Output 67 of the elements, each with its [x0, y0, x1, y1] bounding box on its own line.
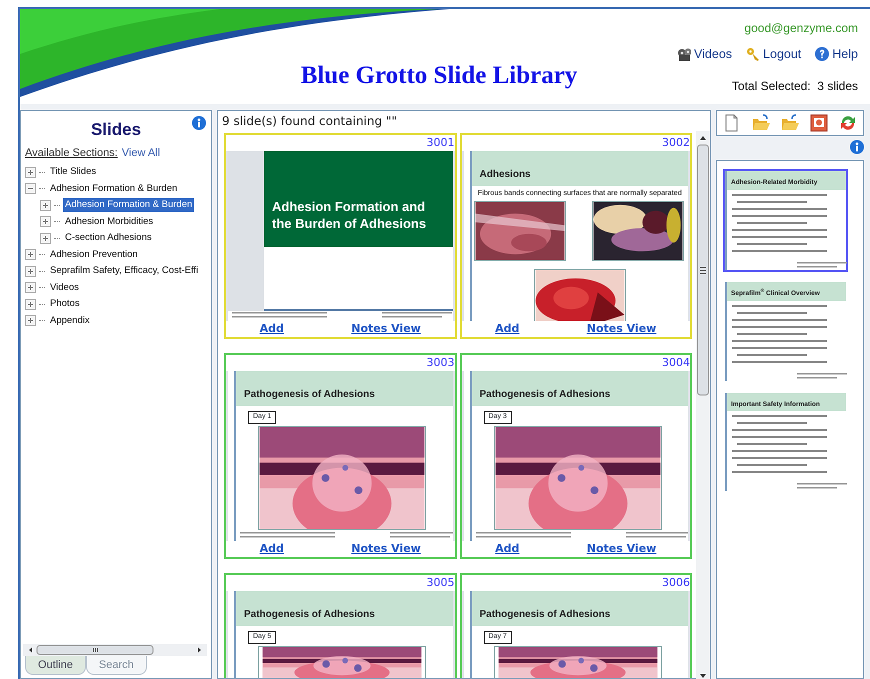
- slide-number: 3006: [661, 575, 690, 591]
- toolbar-button[interactable]: [781, 114, 799, 132]
- expand-icon[interactable]: [40, 216, 51, 228]
- expand-icon[interactable]: [25, 282, 36, 294]
- tree-item[interactable]: Photos: [48, 297, 82, 312]
- app-title: Blue Grotto Slide Library: [300, 62, 578, 90]
- vertical-scrollbar[interactable]: [696, 131, 710, 679]
- folder-icon: [752, 114, 770, 132]
- header-link[interactable]: Videos: [677, 45, 732, 64]
- add-link[interactable]: Add: [495, 541, 520, 557]
- tree-item[interactable]: Adhesion Formation & Burden: [48, 182, 180, 196]
- slide-title: Adhesions: [470, 151, 688, 186]
- info-icon[interactable]: [192, 116, 206, 130]
- total-selected: Total Selected: 3 slides: [732, 78, 858, 96]
- add-link[interactable]: Add: [260, 321, 284, 337]
- add-link[interactable]: Add: [495, 321, 520, 337]
- toolbar-button[interactable]: [810, 114, 828, 132]
- toolbar-button[interactable]: [752, 114, 770, 132]
- notes-view-link[interactable]: Notes View: [586, 321, 656, 337]
- tree-item[interactable]: C-section Adhesions: [63, 231, 154, 246]
- notes-view-link[interactable]: Notes View: [351, 321, 421, 337]
- refresh-icon: [839, 114, 857, 132]
- tree-item[interactable]: Title Slides: [48, 165, 98, 180]
- notes-view-link[interactable]: Notes View: [586, 541, 656, 557]
- slide-number: 3002: [661, 135, 690, 151]
- slide-number: 3001: [426, 135, 454, 151]
- slide-title: Pathogenesis of Adhesions: [234, 591, 452, 626]
- user-email: good@genzyme.com: [744, 20, 858, 37]
- folder-icon: [781, 114, 799, 132]
- header-link[interactable]: Logout: [746, 45, 802, 64]
- add-link[interactable]: Add: [260, 541, 284, 557]
- expand-icon[interactable]: [25, 315, 36, 326]
- tree-item[interactable]: Seprafilm Safety, Efficacy, Cost-Effi: [48, 264, 200, 278]
- horizontal-scrollbar[interactable]: [23, 644, 207, 656]
- slide-number: 3003: [426, 355, 454, 371]
- slide-card[interactable]: 3001 Adhesion Formation and the Burden of Adhesions Add Notes View: [224, 133, 456, 339]
- tree-item[interactable]: Appendix: [48, 314, 92, 328]
- slide-title: Pathogenesis of Adhesions: [470, 591, 688, 626]
- sections-label: Available Sections:: [25, 146, 118, 160]
- results-summary: 9 slide(s) found containing "": [221, 113, 398, 130]
- presentation-icon: [810, 114, 828, 132]
- key-icon: [746, 46, 760, 62]
- expand-icon[interactable]: [40, 200, 51, 211]
- tree-item[interactable]: Adhesion Formation & Burden: [63, 198, 194, 212]
- film-reel-icon: [677, 46, 692, 62]
- header-link[interactable]: Help: [815, 45, 858, 64]
- slide-title: Pathogenesis of Adhesions: [234, 371, 452, 406]
- slide-title: Pathogenesis of Adhesions: [470, 371, 688, 406]
- collapse-icon[interactable]: [25, 183, 36, 194]
- slide-number: 3004: [661, 355, 690, 371]
- tree-item[interactable]: Videos: [48, 280, 81, 295]
- view-all-link[interactable]: View All: [122, 144, 160, 161]
- slide-title: Adhesion Formation and the Burden of Adhesions: [264, 151, 452, 247]
- expand-icon[interactable]: [40, 232, 51, 244]
- notes-view-link[interactable]: Notes View: [351, 541, 421, 557]
- panel-tab[interactable]: Outline: [25, 656, 86, 675]
- expand-icon[interactable]: [25, 298, 36, 310]
- help-icon: [815, 46, 830, 62]
- tree-item[interactable]: Adhesion Prevention: [48, 248, 140, 262]
- slide-number: 3005: [426, 575, 454, 591]
- tree-item[interactable]: Adhesion Morbidities: [63, 214, 156, 229]
- expand-icon[interactable]: [25, 166, 36, 178]
- panel-title: Slides: [90, 119, 142, 141]
- expand-icon[interactable]: [25, 266, 36, 277]
- info-icon[interactable]: [850, 140, 864, 154]
- toolbar-button[interactable]: [839, 114, 857, 132]
- expand-icon[interactable]: [25, 249, 36, 260]
